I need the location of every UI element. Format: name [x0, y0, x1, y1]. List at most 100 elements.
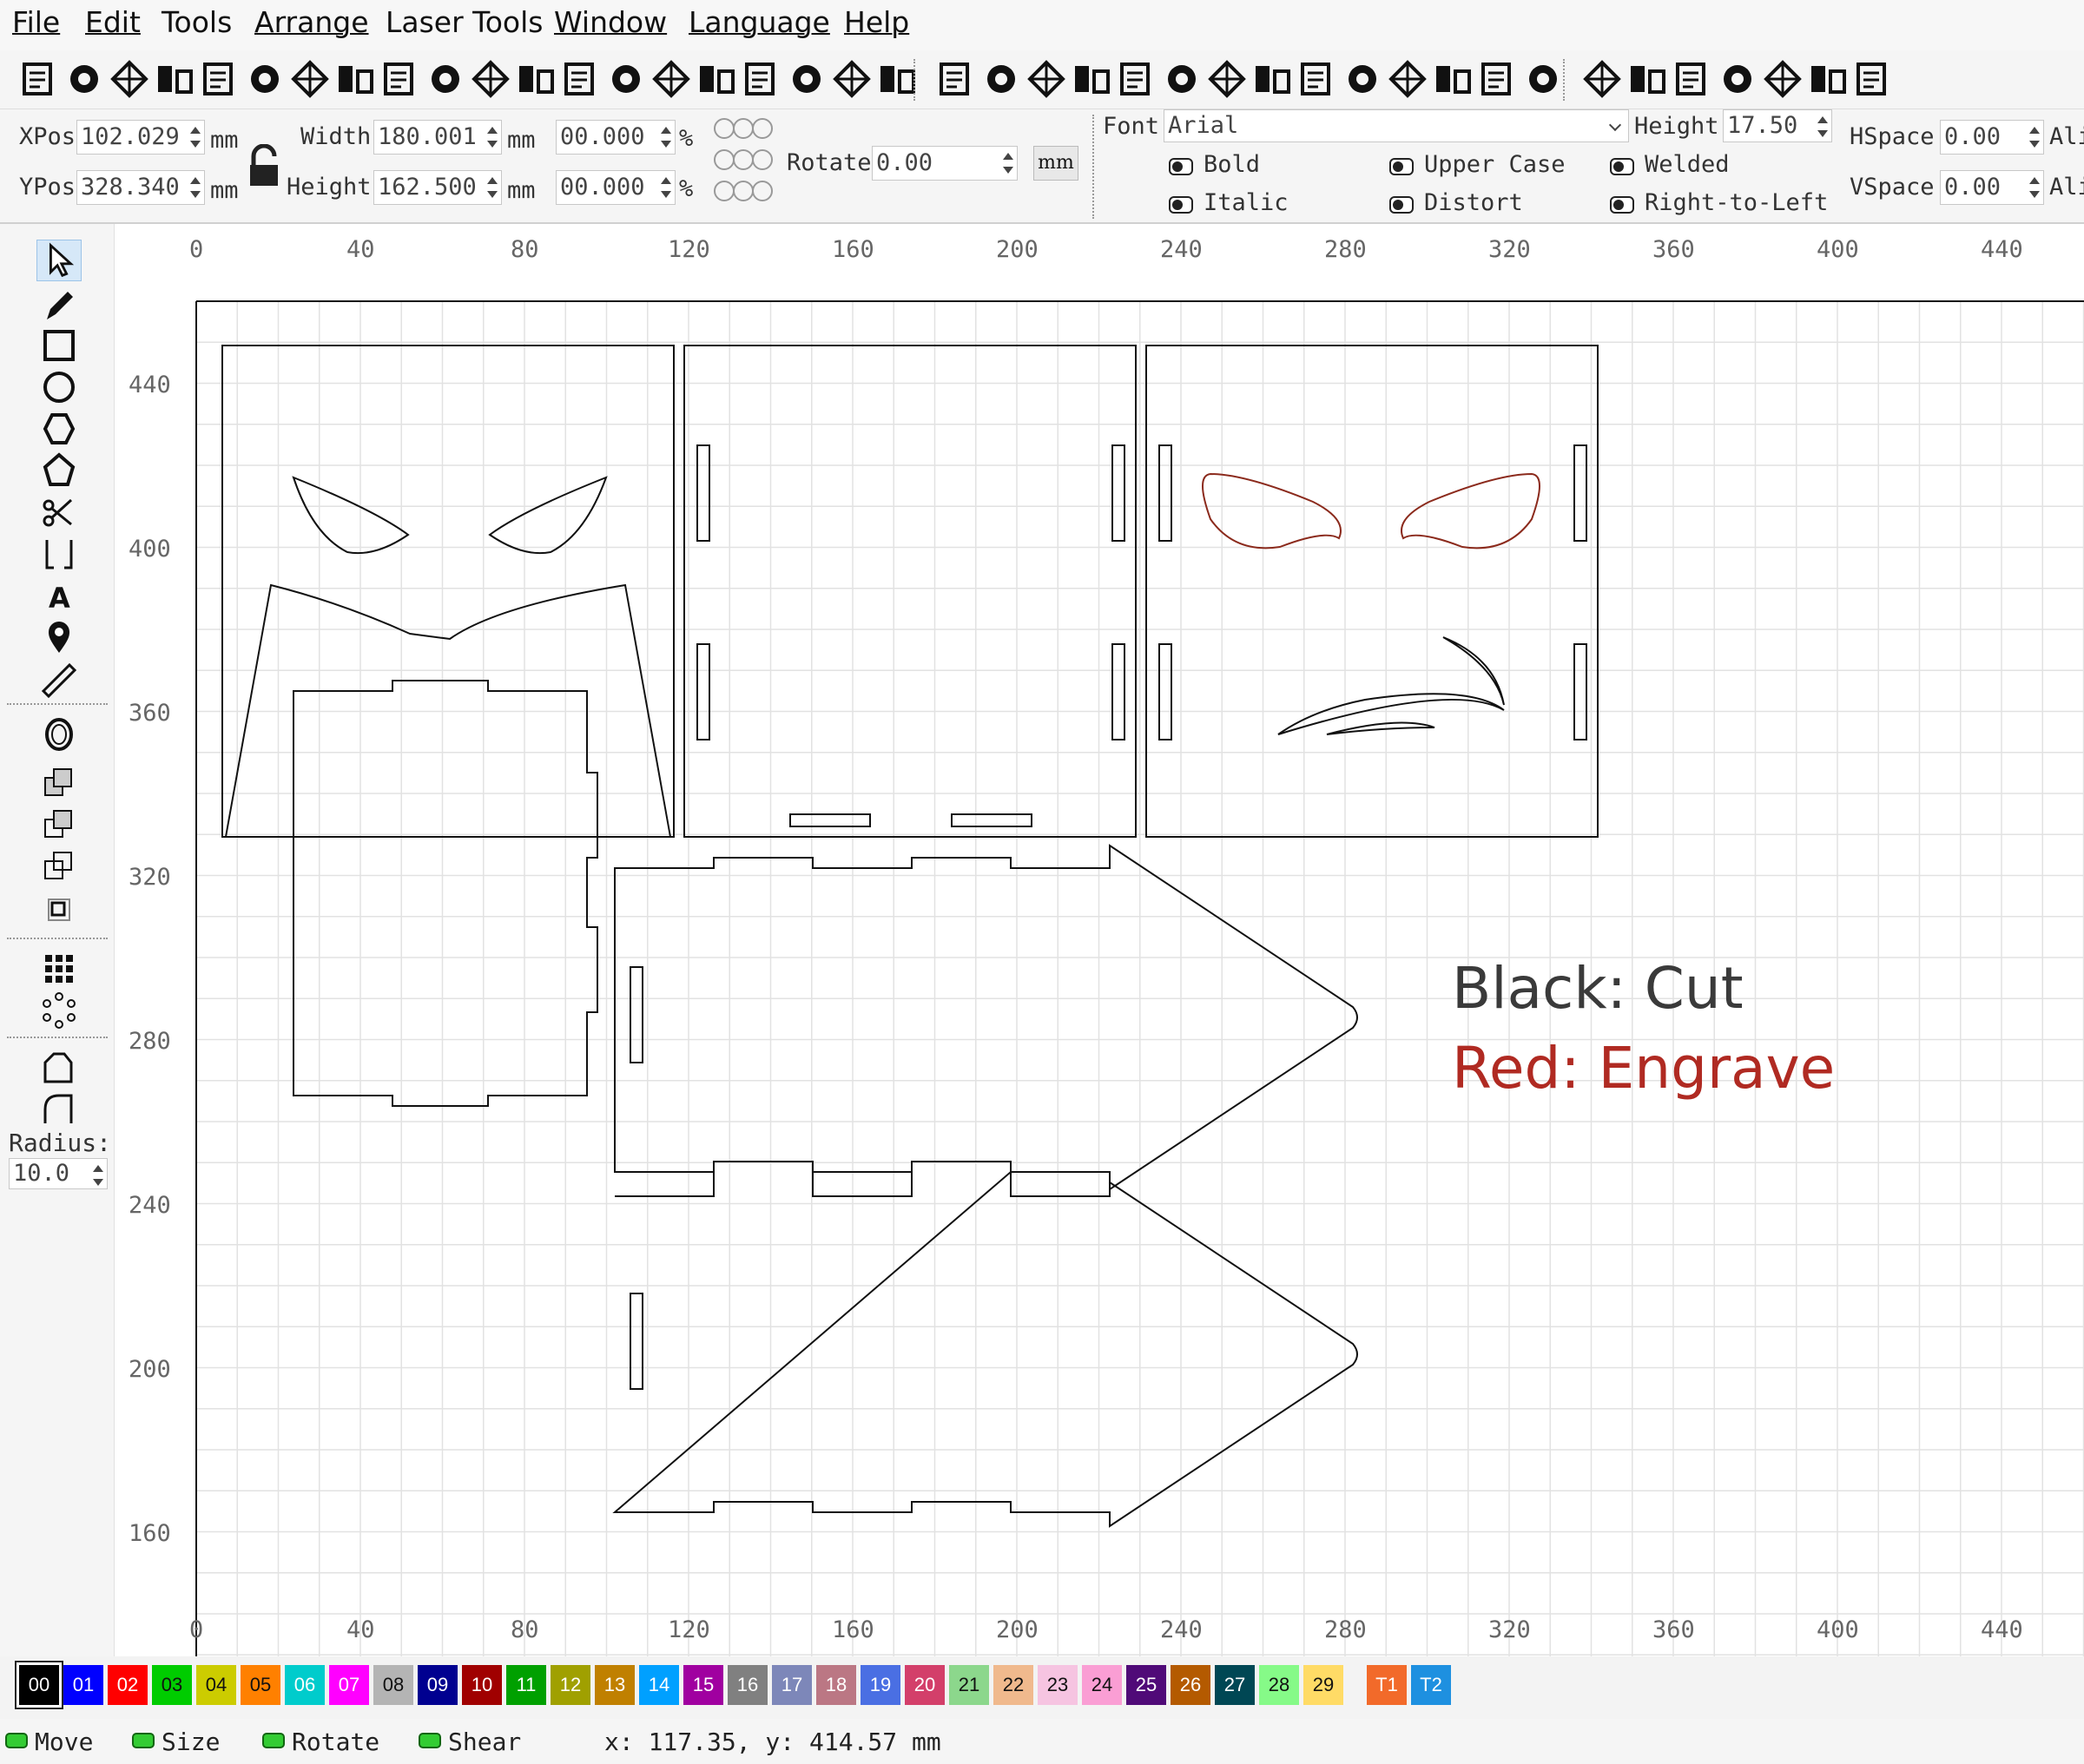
color-swatch-16[interactable]: 16	[728, 1665, 768, 1705]
mask-right-eye[interactable]	[488, 476, 608, 555]
cut-icon[interactable]	[287, 56, 333, 102]
color-swatch-11[interactable]: 11	[506, 1665, 546, 1705]
roof-piece-1[interactable]	[614, 844, 1358, 1191]
roof-piece-2[interactable]	[612, 1169, 1358, 1528]
distribute-icon[interactable]	[1384, 56, 1431, 102]
menu-tools[interactable]: Tools	[162, 5, 232, 39]
polygon-tool-icon[interactable]	[36, 408, 82, 450]
paste-icon[interactable]	[377, 56, 424, 102]
menu-laser-tools[interactable]: Laser Tools	[386, 5, 543, 39]
height-input[interactable]: 162.500	[373, 170, 502, 205]
offset-tool-icon[interactable]	[36, 714, 82, 755]
lock-icon[interactable]	[247, 144, 281, 189]
color-swatch-12[interactable]: 12	[551, 1665, 590, 1705]
group2-icon[interactable]	[1429, 56, 1476, 102]
align-a-icon[interactable]	[1158, 56, 1205, 102]
text-height-input[interactable]: 17.50	[1723, 109, 1832, 142]
radius-input[interactable]: 10.0	[9, 1158, 108, 1189]
color-swatch-28[interactable]: 28	[1259, 1665, 1299, 1705]
color-swatch-03[interactable]: 03	[152, 1665, 192, 1705]
align-f-icon[interactable]	[1714, 56, 1761, 102]
anchor-radio[interactable]	[733, 181, 754, 201]
target-icon[interactable]	[1113, 56, 1160, 102]
unit-toggle-button[interactable]: mm	[1033, 146, 1078, 181]
rotate-input[interactable]: 0.00	[872, 146, 1018, 181]
tools-icon[interactable]	[828, 56, 875, 102]
color-swatch-13[interactable]: 13	[595, 1665, 635, 1705]
open-folder-icon[interactable]	[61, 56, 108, 102]
color-swatch-22[interactable]: 22	[993, 1665, 1033, 1705]
color-swatch-02[interactable]: 02	[108, 1665, 148, 1705]
scale-width-input[interactable]: 00.000	[556, 120, 676, 155]
select-tool-icon[interactable]	[36, 240, 82, 281]
ungroup-icon[interactable]	[933, 56, 979, 102]
mirror-v2-icon[interactable]	[1579, 56, 1626, 102]
vspace-input[interactable]: 0.00	[1940, 170, 2044, 205]
menu-language[interactable]: Language	[689, 5, 830, 39]
monitor-icon[interactable]	[738, 56, 785, 102]
color-swatch-05[interactable]: 05	[241, 1665, 280, 1705]
color-swatch-09[interactable]: 09	[418, 1665, 458, 1705]
upper-case-toggle[interactable]	[1389, 158, 1414, 175]
array-grid-icon[interactable]	[36, 948, 82, 990]
align-g-icon[interactable]	[1759, 56, 1806, 102]
pen-tool-icon[interactable]	[36, 285, 82, 326]
anchor-radio[interactable]	[752, 118, 773, 139]
zoom-icon[interactable]	[512, 56, 559, 102]
mask-left-eye[interactable]	[292, 476, 410, 555]
ellipse-tool-icon[interactable]	[36, 366, 82, 408]
font-select[interactable]: Arial	[1164, 109, 1629, 142]
new-file-icon[interactable]	[16, 56, 63, 102]
side-panel[interactable]	[683, 345, 1137, 838]
color-swatch-24[interactable]: 24	[1082, 1665, 1122, 1705]
align-i-icon[interactable]	[1850, 56, 1896, 102]
base-panel[interactable]	[293, 680, 598, 1107]
save-icon[interactable]	[106, 56, 153, 102]
color-swatch-04[interactable]: 04	[196, 1665, 236, 1705]
settings-icon[interactable]	[783, 56, 830, 102]
intersect-icon[interactable]	[36, 847, 82, 889]
shear-toggle[interactable]: Shear	[419, 1728, 521, 1756]
color-swatch-t1[interactable]: T1	[1367, 1665, 1407, 1705]
color-swatch-17[interactable]: 17	[772, 1665, 812, 1705]
measure-tool-icon[interactable]	[36, 658, 82, 700]
color-swatch-01[interactable]: 01	[63, 1665, 103, 1705]
anchor-radio[interactable]	[714, 118, 735, 139]
color-swatch-00[interactable]: 00	[16, 1662, 62, 1708]
menu-edit[interactable]: Edit	[85, 5, 141, 39]
exclude-icon[interactable]	[36, 889, 82, 931]
scissors-tool-icon[interactable]	[36, 491, 82, 533]
align-b-icon[interactable]	[1204, 56, 1250, 102]
mirror-v-icon[interactable]	[1023, 56, 1070, 102]
color-swatch-26[interactable]: 26	[1171, 1665, 1210, 1705]
anchor-radio[interactable]	[733, 149, 754, 170]
mirror-h2-icon[interactable]	[1520, 56, 1566, 102]
align-c-icon[interactable]	[1249, 56, 1296, 102]
color-swatch-19[interactable]: 19	[861, 1665, 900, 1705]
distort-toggle[interactable]	[1389, 196, 1414, 214]
color-swatch-15[interactable]: 15	[683, 1665, 723, 1705]
position-tool-icon[interactable]	[36, 616, 82, 658]
rtl-toggle[interactable]	[1610, 196, 1634, 214]
color-swatch-18[interactable]: 18	[816, 1665, 856, 1705]
subtract-icon[interactable]	[36, 806, 82, 847]
scale-height-input[interactable]: 00.000	[556, 170, 676, 205]
color-swatch-06[interactable]: 06	[285, 1665, 325, 1705]
welded-toggle[interactable]	[1610, 158, 1634, 175]
delete-icon[interactable]	[422, 56, 469, 102]
align-h-icon[interactable]	[1804, 56, 1851, 102]
align-e-icon[interactable]	[1339, 56, 1386, 102]
color-swatch-25[interactable]: 25	[1126, 1665, 1166, 1705]
camera-icon[interactable]	[693, 56, 740, 102]
menu-help[interactable]: Help	[844, 5, 909, 39]
target2-icon[interactable]	[1669, 56, 1716, 102]
align-d-icon[interactable]	[1294, 56, 1341, 102]
zoom-in-icon[interactable]	[557, 56, 604, 102]
color-swatch-08[interactable]: 08	[373, 1665, 413, 1705]
color-swatch-20[interactable]: 20	[905, 1665, 945, 1705]
color-swatch-t2[interactable]: T2	[1411, 1665, 1451, 1705]
menu-file[interactable]: File	[12, 5, 60, 39]
engrave-right-eye[interactable]	[1401, 472, 1540, 550]
select-frame-icon[interactable]	[648, 56, 695, 102]
rotate-toggle[interactable]: Rotate	[262, 1728, 379, 1756]
